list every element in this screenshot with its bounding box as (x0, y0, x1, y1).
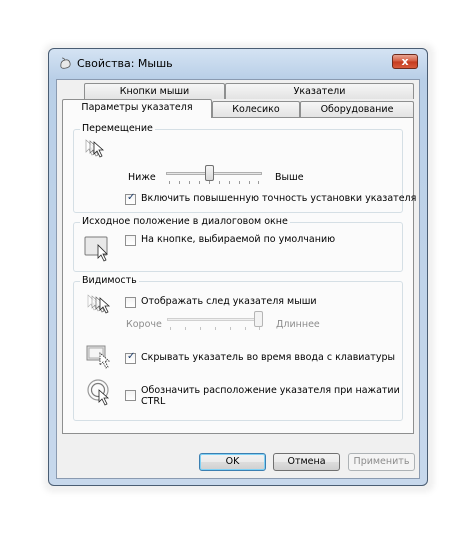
tab-wheel[interactable]: Колесико (212, 101, 300, 117)
slider-tick (239, 181, 240, 184)
slider-tick (230, 327, 231, 330)
tab-buttons[interactable]: Кнопки мыши (84, 83, 225, 99)
snap-group-title: Исходное положение в диалоговом окне (80, 216, 290, 227)
title-bar[interactable]: Свойства: Мышь x (49, 49, 427, 77)
precision-label[interactable]: Включить повышенную точность установки у… (141, 193, 416, 204)
ctrl-locate-checkbox[interactable] (125, 390, 136, 401)
tab-hardware[interactable]: Оборудование (300, 101, 414, 117)
slider-tick (215, 327, 216, 330)
slider-tick (199, 181, 200, 184)
trail-short-label: Короче (126, 319, 162, 330)
check-icon: ✓ (127, 351, 136, 362)
dialog-client: Кнопки мыши Указатели Параметры указател… (56, 79, 420, 479)
tab-label: Кнопки мыши (119, 86, 190, 97)
tab-label: Параметры указателя (81, 102, 193, 113)
speed-slider-track (166, 172, 262, 175)
slider-tick (185, 327, 186, 330)
tab-pointers[interactable]: Указатели (225, 83, 414, 99)
speed-slider[interactable] (166, 165, 262, 188)
visibility-group: Видимость Отображать след указателя мыши… (73, 275, 403, 421)
speed-slider-thumb[interactable] (205, 165, 214, 181)
tab-pointer-options[interactable]: Параметры указателя (62, 99, 212, 118)
close-button[interactable]: x (392, 54, 418, 69)
tab-label: Колесико (232, 104, 280, 115)
snap-to-group: Исходное положение в диалоговом окне На … (73, 216, 403, 272)
slider-tick (179, 181, 180, 184)
motion-group: Перемещение Ниже Выше ✓ Включить повышен… (73, 123, 416, 213)
visibility-group-title: Видимость (80, 275, 139, 286)
slider-tick (245, 327, 246, 330)
hide-pointer-icon (86, 345, 111, 369)
slider-tick (229, 181, 230, 184)
slider-tick (219, 181, 220, 184)
close-icon: x (401, 55, 409, 68)
ctrl-locate-label-line2[interactable]: CTRL (141, 396, 165, 407)
slider-tick (169, 181, 170, 184)
slider-tick (258, 181, 259, 184)
speed-slow-label: Ниже (128, 172, 156, 183)
mouse-properties-dialog: Свойства: Мышь x Кнопки мыши Указатели П… (48, 48, 428, 486)
motion-group-title: Перемещение (80, 123, 155, 134)
cancel-button[interactable]: Отмена (273, 453, 340, 471)
hide-while-typing-checkbox[interactable]: ✓ (125, 351, 136, 364)
ok-button[interactable]: OK (199, 453, 266, 471)
apply-button[interactable]: Применить (348, 453, 415, 471)
trail-slider-track (167, 318, 263, 321)
window-title: Свойства: Мышь (77, 57, 173, 70)
slider-tick (200, 327, 201, 330)
trail-long-label: Длиннее (276, 319, 320, 330)
speed-fast-label: Выше (275, 172, 304, 183)
trail-slider-thumb[interactable] (254, 311, 263, 327)
ctrl-locate-label-line1[interactable]: Обозначить расположение указателя при на… (141, 385, 400, 396)
pointer-options-panel: Перемещение Ниже Выше ✓ Включить повышен… (62, 117, 416, 434)
slider-tick (170, 327, 171, 330)
trail-length-slider[interactable] (167, 311, 263, 334)
tab-label: Оборудование (320, 104, 394, 115)
slider-tick (249, 181, 250, 184)
mouse-icon (60, 57, 71, 69)
snap-checkbox[interactable] (125, 235, 136, 246)
snap-label[interactable]: На кнопке, выбираемой по умолчанию (141, 234, 335, 245)
trails-label[interactable]: Отображать след указателя мыши (141, 296, 317, 307)
precision-checkbox[interactable]: ✓ (125, 192, 136, 205)
check-icon: ✓ (127, 192, 136, 203)
trails-checkbox[interactable] (125, 297, 136, 308)
hide-while-typing-label[interactable]: Скрывать указатель во время ввода с клав… (141, 352, 395, 363)
snap-to-button-icon (84, 236, 108, 262)
pointer-trails-icon (87, 294, 111, 314)
ctrl-locate-icon (87, 379, 110, 406)
slider-tick (259, 327, 260, 330)
pointer-speed-icon (85, 139, 105, 158)
slider-tick (209, 181, 210, 184)
slider-tick (189, 181, 190, 184)
tab-label: Указатели (293, 86, 346, 97)
